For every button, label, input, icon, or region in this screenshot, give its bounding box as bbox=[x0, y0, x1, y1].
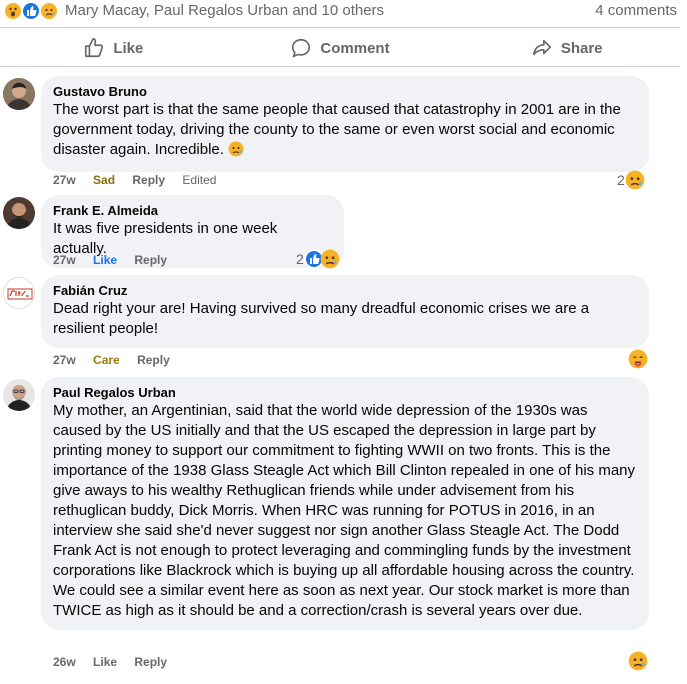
edited-label[interactable]: Edited bbox=[182, 173, 216, 187]
comment-text-body: The worst part is that the same people t… bbox=[53, 101, 621, 158]
wow-emoji-icon bbox=[3, 1, 23, 21]
avatar[interactable] bbox=[3, 78, 35, 110]
comment-count[interactable]: 4 comments bbox=[595, 2, 677, 19]
comment-button-label: Comment bbox=[320, 39, 390, 57]
reply-link[interactable]: Reply bbox=[134, 253, 167, 267]
avatar[interactable] bbox=[3, 277, 35, 309]
comment-time[interactable]: 26w bbox=[53, 655, 76, 669]
comment-meta: 26w Like Reply bbox=[53, 655, 181, 669]
avatar[interactable] bbox=[3, 197, 35, 229]
avatar[interactable] bbox=[3, 379, 35, 411]
like-emoji-icon bbox=[21, 1, 41, 21]
share-button[interactable]: Share bbox=[453, 30, 680, 66]
comment-bubble: Fabián Cruz Dead right your are! Having … bbox=[41, 275, 649, 348]
reply-link[interactable]: Reply bbox=[132, 173, 165, 187]
thumbs-up-icon bbox=[85, 38, 104, 58]
sad-emoji-icon bbox=[628, 651, 648, 671]
reaction-sad-link[interactable]: Sad bbox=[93, 173, 115, 187]
reaction-like-link[interactable]: Like bbox=[93, 253, 117, 267]
sad-emoji-icon bbox=[228, 141, 244, 163]
reply-link[interactable]: Reply bbox=[137, 353, 170, 367]
comment-time[interactable]: 27w bbox=[53, 253, 76, 267]
like-button[interactable]: Like bbox=[0, 30, 227, 66]
comment-author[interactable]: Fabián Cruz bbox=[53, 283, 637, 299]
comment-bubble: Paul Regalos Urban My mother, an Argenti… bbox=[41, 377, 649, 630]
comment-meta: 27w Like Reply bbox=[53, 253, 181, 267]
comment-bubble: Gustavo Bruno The worst part is that the… bbox=[41, 76, 649, 172]
reply-link[interactable]: Reply bbox=[134, 655, 167, 669]
comment-text: My mother, an Argentinian, said that the… bbox=[53, 402, 635, 619]
comment-time[interactable]: 27w bbox=[53, 173, 76, 187]
reaction-like-link[interactable]: Like bbox=[93, 655, 117, 669]
comment-reaction-count[interactable] bbox=[628, 349, 648, 369]
comment-button[interactable]: Comment bbox=[227, 30, 454, 66]
comment-reaction-count[interactable]: 2 bbox=[296, 249, 340, 269]
comment-reaction-count[interactable] bbox=[628, 651, 648, 671]
care-emoji-icon bbox=[628, 349, 648, 369]
comment-meta: 27w Sad Reply Edited bbox=[53, 173, 230, 187]
reaction-care-link[interactable]: Care bbox=[93, 353, 120, 367]
comment-author[interactable]: Paul Regalos Urban bbox=[53, 385, 637, 401]
divider-bottom bbox=[0, 66, 680, 67]
comment-text: The worst part is that the same people t… bbox=[53, 100, 637, 163]
comment-time[interactable]: 27w bbox=[53, 353, 76, 367]
comment-meta: 27w Care Reply bbox=[53, 353, 184, 367]
comment-reaction-count[interactable]: 2 bbox=[617, 170, 645, 190]
divider-top bbox=[0, 27, 680, 28]
sad-emoji-icon bbox=[320, 249, 340, 269]
post-action-bar: Like Comment Share bbox=[0, 30, 680, 66]
like-button-label: Like bbox=[113, 39, 144, 57]
share-arrow-icon bbox=[532, 39, 551, 56]
comment-text: Dead right your are! Having survived so … bbox=[53, 300, 590, 337]
speech-bubble-icon bbox=[292, 38, 311, 58]
comment-author[interactable]: Gustavo Bruno bbox=[53, 84, 637, 100]
reaction-names[interactable]: Mary Macay, Paul Regalos Urban and 10 ot… bbox=[65, 2, 384, 19]
reaction-count: 2 bbox=[617, 172, 625, 188]
reaction-count: 2 bbox=[296, 251, 304, 267]
reactions-summary[interactable]: Mary Macay, Paul Regalos Urban and 10 ot… bbox=[0, 0, 687, 24]
comment-author[interactable]: Frank E. Almeida bbox=[53, 203, 332, 219]
sad-emoji-icon bbox=[625, 170, 645, 190]
share-button-label: Share bbox=[560, 39, 603, 57]
sad-emoji-icon bbox=[39, 1, 59, 21]
